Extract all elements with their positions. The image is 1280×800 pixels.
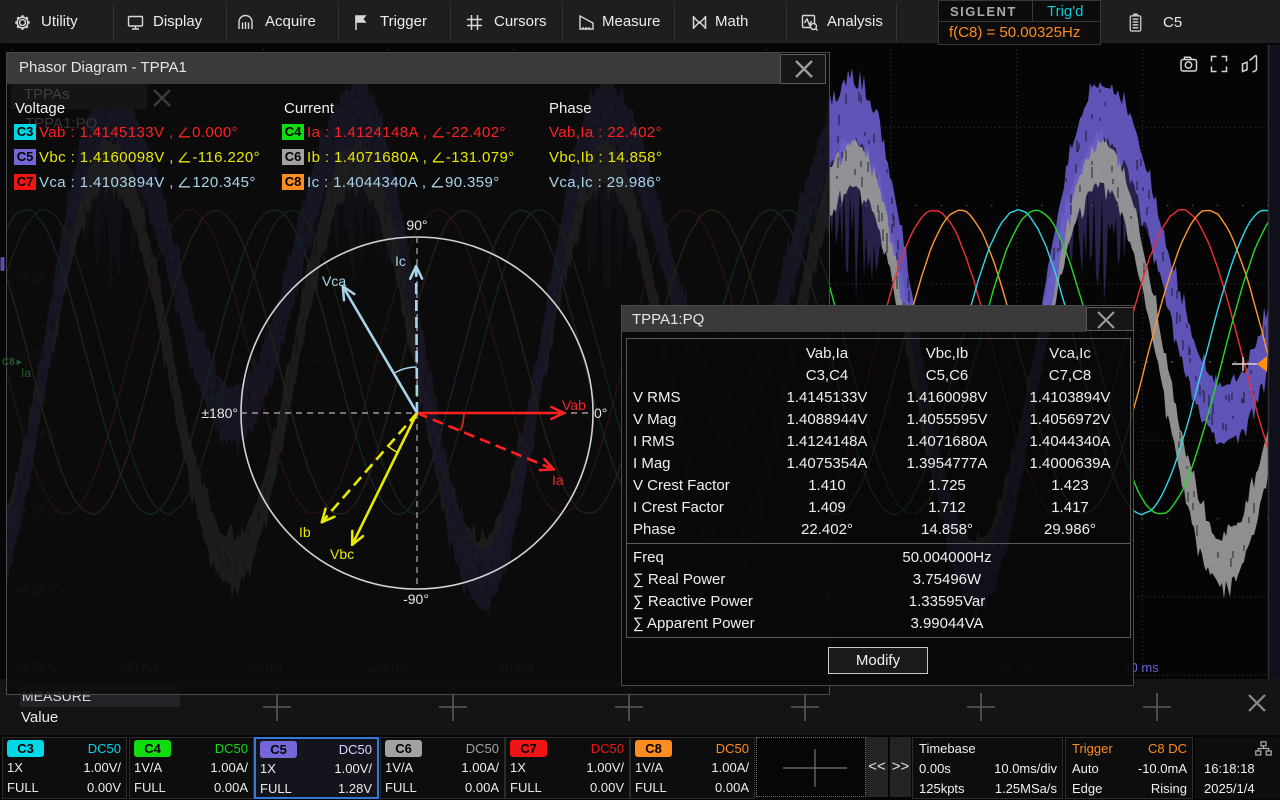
- svg-text:Vbc: Vbc: [330, 546, 354, 562]
- svg-text:Vca: Vca: [322, 273, 346, 289]
- svg-text:0°: 0°: [594, 405, 607, 421]
- svg-text:90°: 90°: [406, 217, 427, 233]
- svg-text:-90°: -90°: [403, 591, 429, 607]
- svg-text:Ia: Ia: [552, 472, 564, 488]
- svg-text:Ib: Ib: [299, 524, 311, 540]
- svg-text:Vab: Vab: [562, 397, 586, 413]
- svg-text:Ic: Ic: [395, 253, 406, 269]
- svg-text:±180°: ±180°: [201, 405, 238, 421]
